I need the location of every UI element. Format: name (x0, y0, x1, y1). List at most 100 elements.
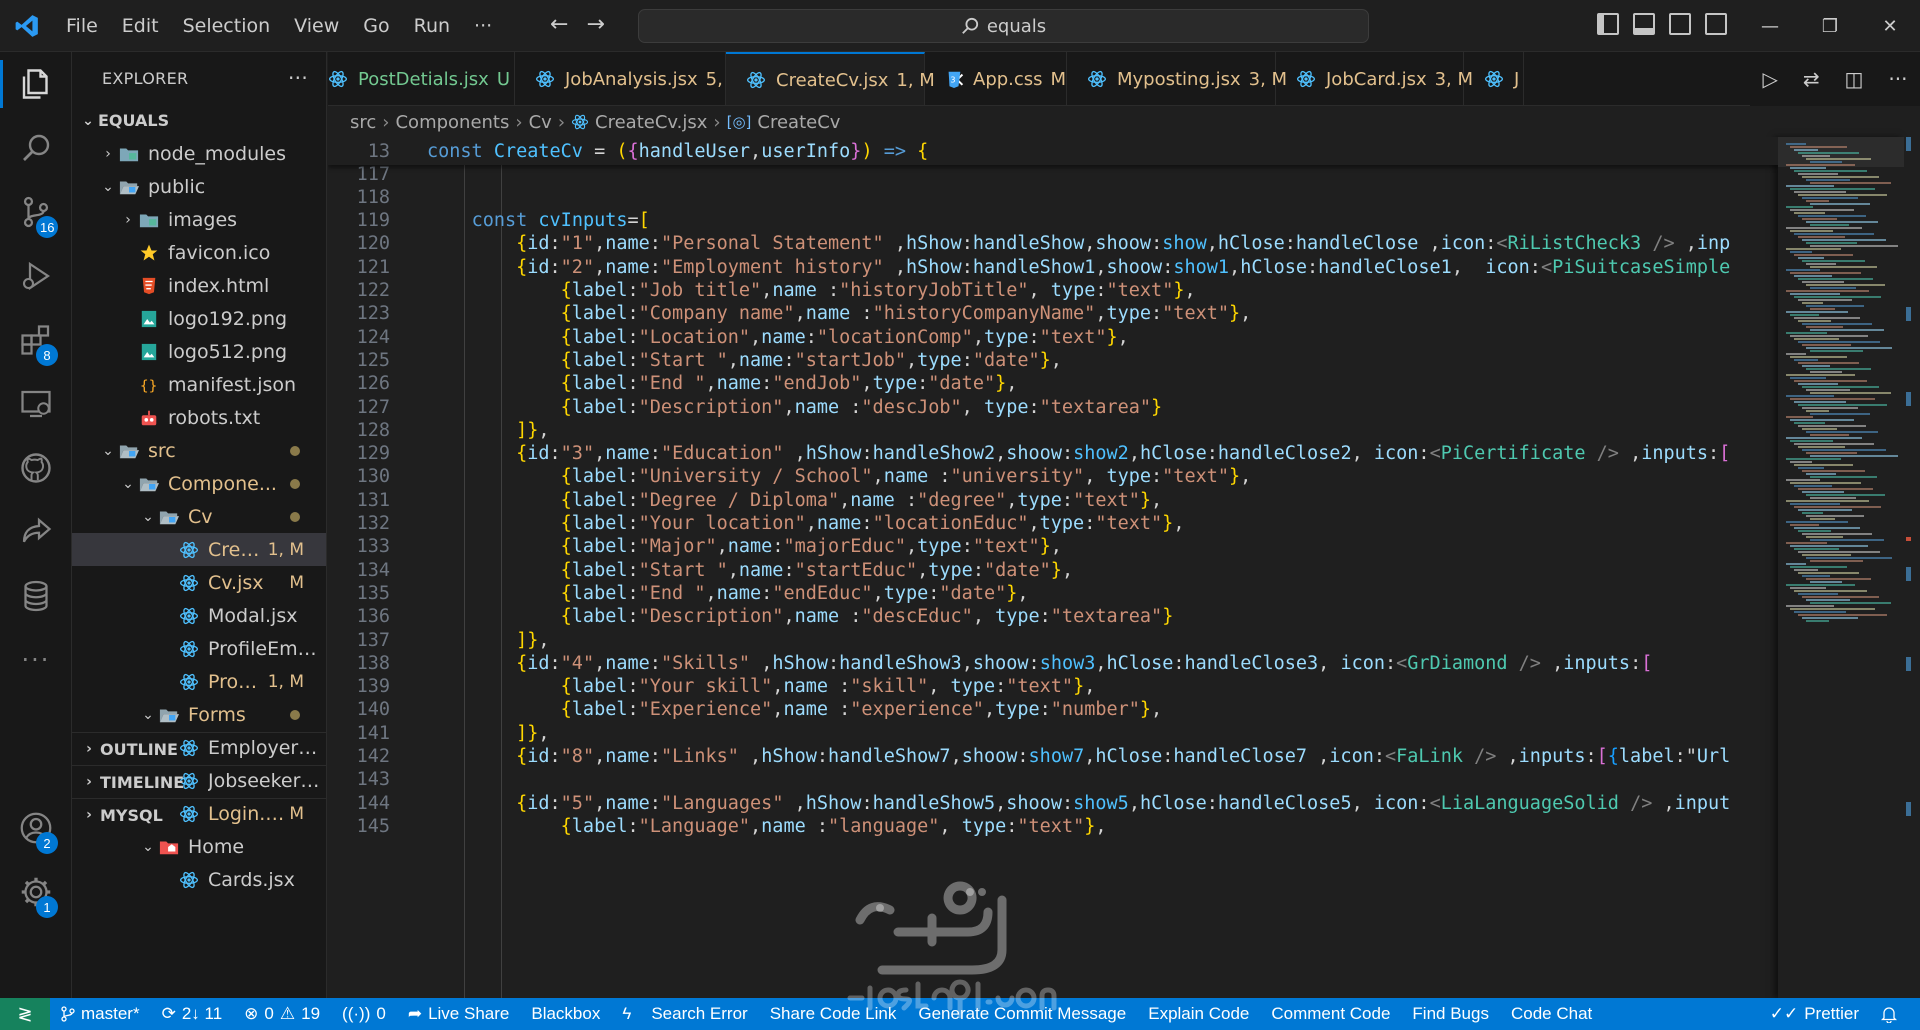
menu-more[interactable]: ··· (462, 15, 504, 37)
close-window-icon[interactable]: ✕ (1860, 0, 1920, 52)
tree-item-json[interactable]: {} manifest.json (72, 368, 326, 401)
minimap-line (1802, 197, 1858, 199)
toggle-panel-icon[interactable] (1633, 13, 1655, 35)
back-arrow-icon[interactable]: ← (550, 12, 568, 37)
live-share-activity[interactable] (0, 500, 72, 564)
explorer-more-icon[interactable]: ··· (288, 66, 308, 90)
search-activity[interactable] (0, 116, 72, 180)
more-actions-icon[interactable]: ··· (1888, 67, 1907, 91)
section-mysql[interactable]: › MYSQL (72, 798, 326, 831)
restore-icon[interactable]: ❐ (1800, 0, 1860, 52)
image-icon (138, 308, 160, 330)
tree-item-label: robots.txt (168, 406, 261, 429)
explorer-header: EXPLORER ··· (72, 52, 326, 104)
minimap-line (1794, 296, 1881, 298)
status-explain-code[interactable]: Explain Code (1137, 1004, 1260, 1024)
tree-item-image[interactable]: logo512.png (72, 335, 326, 368)
tree-item-star[interactable]: favicon.ico (72, 236, 326, 269)
status-generate-commit[interactable]: Generate Commit Message (907, 1004, 1137, 1024)
status-code-chat[interactable]: Code Chat (1500, 1004, 1603, 1024)
tree-item-folder-home[interactable]: ⌄ Home (72, 830, 326, 863)
status-comment-code[interactable]: Comment Code (1260, 1004, 1401, 1024)
vertical-scrollbar[interactable] (1904, 137, 1920, 998)
breadcrumb-src[interactable]: src (350, 112, 376, 133)
editor-tab[interactable]: CreateCv.jsx1, M✕ (726, 52, 966, 105)
tree-item-folder-open[interactable]: ⌄ Compone... (72, 467, 326, 500)
command-center-search[interactable]: equals (638, 9, 1369, 43)
minimap-line (1798, 467, 1824, 469)
minimap[interactable] (1778, 137, 1904, 998)
section-outline[interactable]: › OUTLINE (72, 732, 326, 765)
split-editor-icon[interactable]: ◫ (1845, 67, 1864, 91)
editor-tab[interactable]: JobCard.jsx 3, M (1276, 52, 1473, 105)
menu-go[interactable]: Go (351, 15, 401, 37)
minimap-line (1802, 344, 1851, 346)
react-icon (746, 69, 766, 91)
compare-changes-icon[interactable]: ⇄ (1803, 67, 1820, 91)
tree-item-react[interactable]: Cards.jsx (72, 863, 326, 896)
tree-item-react[interactable]: Profile...1, M (72, 665, 326, 698)
status-prettier[interactable]: ✓✓ Prettier (1759, 1004, 1870, 1024)
tree-item-react[interactable]: Create...1, M (72, 533, 326, 566)
remote-indicator[interactable]: ≷ (0, 998, 50, 1030)
code-editor[interactable]: 13 const CreateCv = ({handleUser,userInfo… (328, 137, 1778, 998)
status-blackbox[interactable]: Blackbox (520, 1004, 611, 1024)
customize-layout-icon[interactable] (1705, 13, 1727, 35)
github-activity[interactable] (0, 436, 72, 500)
toggle-primary-sidebar-icon[interactable] (1597, 13, 1619, 35)
tree-item-image[interactable]: logo192.png (72, 302, 326, 335)
editor-tab[interactable]: 3 App.css M (925, 52, 1067, 105)
tree-item-folder[interactable]: › images (72, 203, 326, 236)
run-debug-activity[interactable] (0, 244, 72, 308)
editor-tab[interactable]: Myposting.jsx 3, M (1067, 52, 1287, 105)
menu-selection[interactable]: Selection (171, 15, 283, 37)
editor-tab[interactable]: PostDetials.jsx U (328, 52, 515, 105)
database-activity[interactable] (0, 564, 72, 628)
source-control-activity[interactable]: 16 (0, 180, 72, 244)
tree-item-folder-open[interactable]: ⌄ Cv (72, 500, 326, 533)
minimap-line (1794, 170, 1867, 172)
breadcrumb-components[interactable]: Components (395, 112, 509, 133)
tree-item-folder-open[interactable]: ⌄ public (72, 170, 326, 203)
toggle-secondary-sidebar-icon[interactable] (1669, 13, 1691, 35)
git-sync[interactable]: ⟳ 2↓ 11 (151, 1004, 234, 1024)
breadcrumb-file[interactable]: CreateCv.jsx (595, 112, 707, 133)
tree-item-html[interactable]: index.html (72, 269, 326, 302)
tree-item-react[interactable]: ProfileEmp.jsx (72, 632, 326, 665)
breadcrumb-cv[interactable]: Cv (529, 112, 552, 133)
menu-edit[interactable]: Edit (110, 15, 171, 37)
tree-item-react[interactable]: Modal.jsx (72, 599, 326, 632)
status-search-error[interactable]: ϟ Search Error (611, 1004, 758, 1024)
extensions-activity[interactable]: 8 (0, 308, 72, 372)
workspace-root[interactable]: ⌄ EQUALS (72, 104, 326, 137)
remote-explorer-activity[interactable] (0, 372, 72, 436)
tree-item-folder-open[interactable]: ⌄ Forms (72, 698, 326, 731)
menu-run[interactable]: Run (402, 15, 462, 37)
minimap-line (1794, 212, 1825, 214)
tree-item-react[interactable]: Cv.jsx M (72, 566, 326, 599)
run-icon[interactable]: ▷ (1762, 67, 1777, 91)
ports-indicator[interactable]: ((·)) 0 (331, 1004, 397, 1024)
more-views-activity[interactable]: ··· (0, 628, 72, 692)
explorer-activity[interactable] (0, 52, 72, 116)
forward-arrow-icon[interactable]: → (586, 12, 604, 37)
minimize-icon[interactable]: — (1740, 0, 1800, 52)
git-branch[interactable]: master* (50, 1004, 151, 1024)
notifications[interactable] (1870, 1005, 1908, 1023)
menu-view[interactable]: View (282, 15, 351, 37)
accounts-activity[interactable]: 2 (0, 796, 72, 860)
problems-indicator[interactable]: ⊗ 0 ⚠ 19 (233, 1004, 331, 1024)
tree-item-folder[interactable]: › node_modules (72, 137, 326, 170)
editor-tab[interactable]: J (1464, 52, 1524, 105)
minimap-line (1794, 317, 1860, 319)
status-find-bugs[interactable]: Find Bugs (1401, 1004, 1500, 1024)
menu-file[interactable]: File (54, 15, 110, 37)
status-share-code-link[interactable]: Share Code Link (759, 1004, 908, 1024)
tree-item-folder-open[interactable]: ⌄ src (72, 434, 326, 467)
tree-item-robot[interactable]: robots.txt (72, 401, 326, 434)
breadcrumb-symbol[interactable]: CreateCv (757, 112, 840, 133)
status-live-share[interactable]: ➦ Live Share (397, 1004, 521, 1024)
section-timeline[interactable]: › TIMELINE (72, 765, 326, 798)
manage-activity[interactable]: 1 (0, 860, 72, 924)
editor-tab[interactable]: JobAnalysis.jsx 5, M (515, 52, 744, 105)
